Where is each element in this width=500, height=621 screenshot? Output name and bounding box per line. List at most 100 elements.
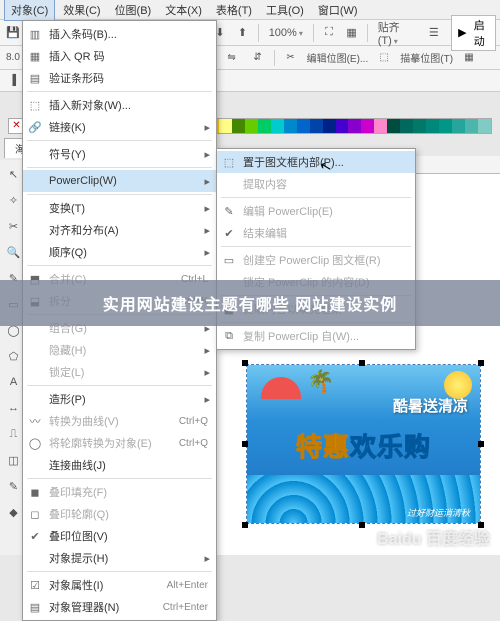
crop-icon[interactable]: ✂ (281, 48, 301, 68)
menu-object-hint[interactable]: 对象提示(H) (23, 547, 216, 569)
rulers-icon[interactable]: ▦ (342, 23, 361, 43)
snap-button[interactable]: 贴齐(T) (374, 19, 421, 47)
color-swatch[interactable] (336, 119, 349, 133)
menu-shaping[interactable]: 造形(P) (23, 388, 216, 410)
qr-icon: ▦ (27, 50, 43, 63)
color-swatch[interactable] (284, 119, 297, 133)
menu-tools[interactable]: 工具(O) (260, 0, 310, 20)
menu-insert-qr[interactable]: ▦插入 QR 码 (23, 45, 216, 67)
place-inside-icon: ⬚ (221, 156, 237, 169)
trace-bitmap-button[interactable]: 描摹位图(T) (400, 50, 453, 65)
link-icon: 🔗 (27, 121, 43, 134)
color-swatch[interactable] (452, 119, 465, 133)
menu-to-curves: 〰转换为曲线(V)Ctrl+Q (23, 410, 216, 432)
menu-align[interactable]: 对齐和分布(A) (23, 219, 216, 241)
pick-tool-icon[interactable]: ↖ (4, 164, 24, 184)
crop-tool-icon[interactable]: ✂ (4, 216, 24, 236)
menu-lock: 锁定(L) (23, 361, 216, 383)
menu-insert-new[interactable]: ⬚插入新对象(W)... (23, 94, 216, 116)
promo-line1: 酷暑送清凉 (393, 395, 468, 416)
selection-handle[interactable] (242, 522, 248, 528)
menu-object[interactable]: 对象(C) (4, 0, 55, 21)
color-swatch[interactable] (219, 119, 232, 133)
menu-order[interactable]: 顺序(Q) (23, 241, 216, 263)
color-swatch[interactable] (297, 119, 310, 133)
check-icon: ✔ (27, 530, 43, 543)
run-button[interactable]: ▶启动 (451, 15, 496, 51)
selection-handle[interactable] (359, 522, 365, 528)
menu-transform[interactable]: 变换(T) (23, 197, 216, 219)
menu-properties[interactable]: ☑对象属性(I)Alt+Enter (23, 574, 216, 596)
menu-window[interactable]: 窗口(W) (312, 0, 364, 20)
color-swatch[interactable] (400, 119, 413, 133)
edit-pc-icon: ✎ (221, 205, 237, 218)
eyedropper-tool-icon[interactable]: ✎ (4, 476, 24, 496)
menu-to-outline: ◯将轮廓转换为对象(E)Ctrl+Q (23, 432, 216, 454)
color-swatch[interactable] (258, 119, 271, 133)
selection-handle[interactable] (242, 441, 248, 447)
promo-line2: 特惠欢乐购 (247, 427, 480, 464)
color-swatch[interactable] (465, 119, 478, 133)
selection-handle[interactable] (478, 360, 484, 366)
submenu-place-inside[interactable]: ⬚置于图文框内部(P)... (217, 151, 415, 173)
selected-image[interactable]: 🌴 酷暑送清凉 特惠欢乐购 过好财运消清秋 (246, 364, 481, 524)
submenu-extract: 提取内容 (217, 173, 415, 195)
options-icon[interactable]: ☰ (425, 23, 444, 43)
mirror-h-icon[interactable]: ⇋ (222, 48, 242, 68)
color-swatch[interactable] (439, 119, 452, 133)
selection-handle[interactable] (242, 360, 248, 366)
color-swatch[interactable] (374, 119, 387, 133)
connector-tool-icon[interactable]: ⎍ (4, 424, 24, 444)
export-icon[interactable]: ⬆ (233, 23, 252, 43)
color-swatch[interactable] (232, 119, 245, 133)
selection-handle[interactable] (478, 441, 484, 447)
menu-overprint-outline: ◻叠印轮廓(Q) (23, 503, 216, 525)
save-icon[interactable]: 💾 (4, 23, 23, 43)
color-swatch[interactable] (245, 119, 258, 133)
overprint-fill-icon: ◼ (27, 486, 43, 499)
dimension-tool-icon[interactable]: ↔ (4, 398, 24, 418)
selection-handle[interactable] (359, 360, 365, 366)
manager-icon: ▤ (27, 601, 43, 614)
zoom-field[interactable]: 100% (265, 27, 307, 39)
color-swatch[interactable] (387, 119, 400, 133)
barcode-icon: ▥ (27, 28, 43, 41)
menu-effects[interactable]: 效果(C) (57, 0, 106, 20)
color-swatch[interactable] (310, 119, 323, 133)
fullscreen-icon[interactable]: ⛶ (320, 23, 339, 43)
menu-text[interactable]: 文本(X) (159, 0, 208, 20)
color-swatch[interactable] (361, 119, 374, 133)
fill-tool-icon[interactable]: ◆ (4, 502, 24, 522)
color-swatch[interactable] (413, 119, 426, 133)
zoom-tool-icon[interactable]: 🔍 (4, 242, 24, 262)
polygon-tool-icon[interactable]: ⬠ (4, 346, 24, 366)
color-swatch[interactable] (426, 119, 439, 133)
properties-icon: ☑ (27, 579, 43, 592)
color-swatch[interactable] (478, 119, 491, 133)
menu-manager[interactable]: ▤对象管理器(N)Ctrl+Enter (23, 596, 216, 618)
resample-icon[interactable]: ▦ (459, 48, 479, 68)
copy-pc-icon: ⧉ (221, 330, 237, 343)
menu-bitmap[interactable]: 位图(B) (109, 0, 158, 20)
menu-insert-barcode[interactable]: ▥插入条码(B)... (23, 23, 216, 45)
effects-tool-icon[interactable]: ◫ (4, 450, 24, 470)
overprint-outline-icon: ◻ (27, 508, 43, 521)
menu-table[interactable]: 表格(T) (210, 0, 258, 20)
menu-links[interactable]: 🔗链接(K) (23, 116, 216, 138)
menu-overprint-fill: ◼叠印填充(F) (23, 481, 216, 503)
color-swatch[interactable] (323, 119, 336, 133)
menu-symbol[interactable]: 符号(Y) (23, 143, 216, 165)
menu-overprint-bitmap[interactable]: ✔叠印位图(V) (23, 525, 216, 547)
shape-tool-icon[interactable]: ✧ (4, 190, 24, 210)
color-swatch[interactable] (348, 119, 361, 133)
finish-icon: ✔ (221, 227, 237, 240)
text-tool-icon[interactable]: A (4, 372, 24, 392)
trace-icon[interactable]: ⬚ (374, 48, 394, 68)
menu-powerclip[interactable]: PowerClip(W) (23, 170, 216, 192)
menu-validate-barcode[interactable]: ▤验证条形码 (23, 67, 216, 89)
edit-bitmap-button[interactable]: 编辑位图(E)... (307, 50, 369, 65)
mirror-v-icon[interactable]: ⇵ (248, 48, 268, 68)
color-swatch[interactable] (271, 119, 284, 133)
validate-icon: ▤ (27, 72, 43, 85)
menu-join-curves[interactable]: 连接曲线(J) (23, 454, 216, 476)
